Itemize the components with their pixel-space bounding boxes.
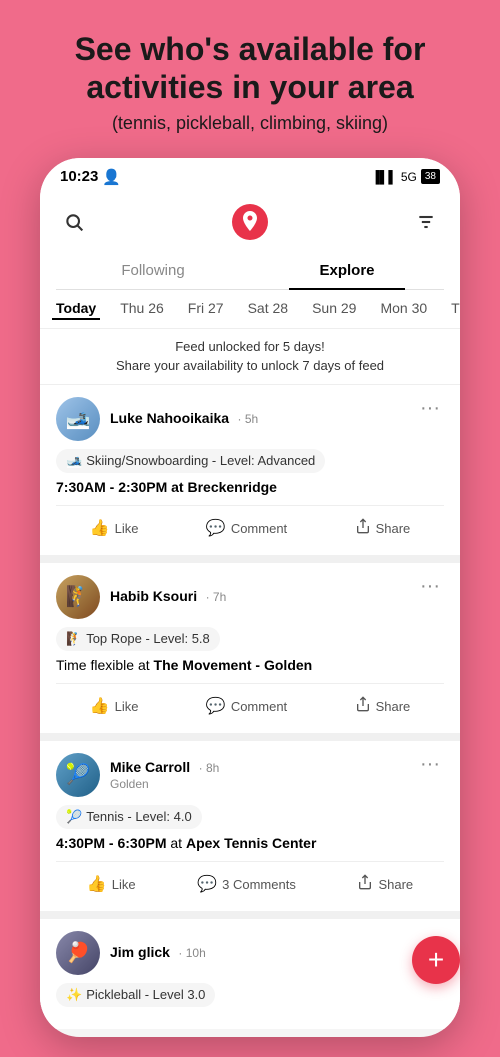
post-timeago: · 10h [178,946,205,960]
activity-badge: 🎿 Skiing/Snowboarding - Level: Advanced [56,449,325,473]
like-button[interactable]: 👍 Like [82,692,147,721]
avatar-luke: 🎿 [56,397,100,441]
like-icon: 👍 [90,518,110,538]
comment-label: Comment [231,521,287,536]
avatar-jim: 🏓 [56,931,100,975]
share-button[interactable]: Share [347,514,419,543]
date-mon[interactable]: Mon 30 [376,298,431,320]
post-header: 🎿 Luke Nahooikaika · 5h ··· [56,397,444,441]
comment-button[interactable]: 💬 Comment [198,692,295,721]
phone-inner: 🎿 Luke Nahooikaika · 5h ··· 🎿 Skiing/Sno… [40,385,460,1029]
post-username: Habib Ksouri · 7h [110,588,226,606]
status-icons: ▐▌▌ 5G 38 [371,169,440,184]
activity-badge: 🎾 Tennis - Level: 4.0 [56,805,202,829]
status-time: 10:23 👤 [60,168,121,186]
avatar-habib: 🧗 [56,575,100,619]
comment-label: Comment [231,699,287,714]
like-icon: 👍 [90,696,110,716]
post-location: Golden [110,777,219,791]
header-row [56,200,444,252]
tab-following[interactable]: Following [56,252,250,289]
post-jim: 🏓 Jim glick · 10h ··· ✨ Pickleball - Lev… [40,919,460,1029]
like-label: Like [115,699,139,714]
date-fri[interactable]: Fri 27 [184,298,228,320]
post-actions: 👍 Like 💬 3 Comments Share [56,861,444,899]
app-header: Following Explore [40,192,460,290]
like-button[interactable]: 👍 Like [79,870,144,899]
user-info: 🧗 Habib Ksouri · 7h [56,575,226,619]
post-schedule: 4:30PM - 6:30PM at Apex Tennis Center [56,835,444,851]
post-schedule: Time flexible at The Movement - Golden [56,657,444,673]
more-button[interactable]: ··· [416,575,444,598]
like-label: Like [112,877,136,892]
battery-icon: 38 [421,169,440,184]
date-thu[interactable]: Thu 26 [116,298,168,320]
date-sun[interactable]: Sun 29 [308,298,360,320]
post-actions: 👍 Like 💬 Comment Share [56,505,444,543]
share-label: Share [376,521,411,536]
avatar-mike: 🎾 [56,753,100,797]
post-timeago: · 8h [199,761,220,775]
date-sat[interactable]: Sat 28 [244,298,292,320]
post-username: Mike Carroll · 8h [110,759,219,777]
hero-subtitle: (tennis, pickleball, climbing, skiing) [112,113,388,134]
post-habib: 🧗 Habib Ksouri · 7h ··· 🧗 Top Rope - Lev… [40,563,460,733]
comment-icon: 💬 [197,874,217,894]
filter-button[interactable] [408,204,444,240]
comment-icon: 💬 [206,518,226,538]
post-username: Jim glick · 10h [110,944,206,962]
feed-content: 🎿 Luke Nahooikaika · 5h ··· 🎿 Skiing/Sno… [40,385,460,1029]
share-label: Share [376,699,411,714]
date-tue[interactable]: Tue [447,298,460,320]
post-header: 🏓 Jim glick · 10h ··· [56,931,444,975]
post-schedule: 7:30AM - 2:30PM at Breckenridge [56,479,444,495]
activity-badge: ✨ Pickleball - Level 3.0 [56,983,215,1007]
tabs-row: Following Explore [56,252,444,290]
comment-label: 3 Comments [222,877,296,892]
fab-button[interactable]: + [412,936,460,984]
feed-unlock-line1: Feed unlocked for 5 days! [56,337,444,357]
post-luke: 🎿 Luke Nahooikaika · 5h ··· 🎿 Skiing/Sno… [40,385,460,555]
share-icon [357,874,373,895]
date-row[interactable]: Today Thu 26 Fri 27 Sat 28 Sun 29 Mon 30… [40,290,460,329]
post-timeago: · 5h [238,412,259,426]
search-button[interactable] [56,204,92,240]
more-button[interactable]: ··· [416,753,444,776]
share-label: Share [378,877,413,892]
post-timeago: · 7h [206,590,227,604]
hero-title: See who's available for activities in yo… [20,30,480,107]
user-info: 🎾 Mike Carroll · 8h Golden [56,753,219,797]
network-type: 5G [401,170,417,184]
fab-icon: + [428,944,444,976]
post-mike: 🎾 Mike Carroll · 8h Golden ··· 🎾 Tenn [40,741,460,911]
share-button[interactable]: Share [347,692,419,721]
user-info: 🏓 Jim glick · 10h [56,931,206,975]
like-button[interactable]: 👍 Like [82,514,147,543]
post-header: 🎾 Mike Carroll · 8h Golden ··· [56,753,444,797]
signal-icon: ▐▌▌ [371,170,397,184]
status-bar: 10:23 👤 ▐▌▌ 5G 38 [40,158,460,192]
phone-frame: 10:23 👤 ▐▌▌ 5G 38 [40,158,460,1037]
feed-unlock-line2: Share your availability to unlock 7 days… [56,356,444,376]
more-button[interactable]: ··· [416,397,444,420]
post-header: 🧗 Habib Ksouri · 7h ··· [56,575,444,619]
share-button[interactable]: Share [349,870,421,899]
comment-icon: 💬 [206,696,226,716]
comment-button[interactable]: 💬 3 Comments [189,870,304,899]
user-info: 🎿 Luke Nahooikaika · 5h [56,397,258,441]
like-icon: 👍 [87,874,107,894]
feed-unlock-banner: Feed unlocked for 5 days! Share your ava… [40,329,460,385]
share-icon [355,518,371,539]
post-username: Luke Nahooikaika · 5h [110,410,258,428]
share-icon [355,696,371,717]
tab-explore[interactable]: Explore [250,252,444,289]
date-today[interactable]: Today [52,298,100,320]
activity-badge: 🧗 Top Rope - Level: 5.8 [56,627,220,651]
like-label: Like [115,521,139,536]
post-actions: 👍 Like 💬 Comment Share [56,683,444,721]
app-logo [232,204,268,240]
comment-button[interactable]: 💬 Comment [198,514,295,543]
